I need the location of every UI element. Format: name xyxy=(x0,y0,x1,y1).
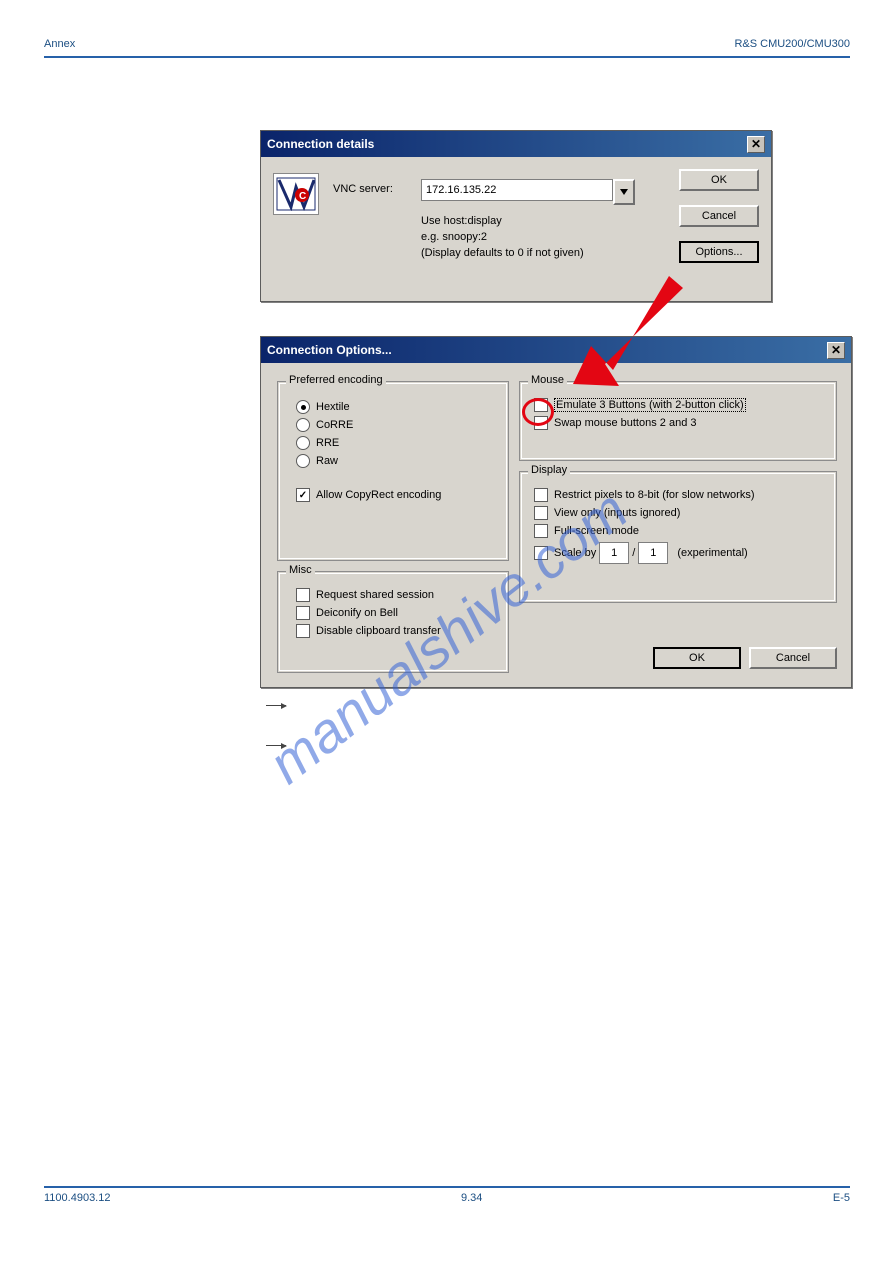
checkbox-restrict-8bit[interactable]: Restrict pixels to 8-bit (for slow netwo… xyxy=(534,488,822,502)
checkbox-swap-buttons[interactable]: Swap mouse buttons 2 and 3 xyxy=(534,416,822,430)
bottom-divider xyxy=(44,1186,850,1188)
doc-model: R&S CMU200/CMU300 xyxy=(734,38,850,50)
vnc-logo: C xyxy=(273,173,319,215)
options-button[interactable]: Options... xyxy=(679,241,759,263)
hint-line-2: e.g. snoopy:2 xyxy=(421,231,487,243)
svg-text:C: C xyxy=(299,191,306,202)
checkbox-disable-clipboard[interactable]: Disable clipboard transfer xyxy=(296,624,490,638)
instruction-step-1: Click on the "Options…" button (3) to op… xyxy=(266,700,826,712)
preferred-encoding-group: Preferred encoding Hextile CoRRE RRE Raw… xyxy=(277,381,509,561)
hint-line-3: (Display defaults to 0 if not given) xyxy=(421,247,584,259)
checkbox-deiconify[interactable]: Deiconify on Bell xyxy=(296,606,490,620)
footer-page: 9.34 xyxy=(461,1192,482,1204)
vnc-server-combo[interactable] xyxy=(421,179,635,205)
group-legend: Preferred encoding xyxy=(286,374,386,386)
group-legend: Misc xyxy=(286,564,315,576)
checkbox-fullscreen[interactable]: Full-screen mode xyxy=(534,524,822,538)
scale-den-input[interactable] xyxy=(638,542,668,564)
window-title: Connection Options... xyxy=(267,343,827,357)
display-group: Display Restrict pixels to 8-bit (for sl… xyxy=(519,471,837,603)
window-title: Connection details xyxy=(267,137,747,151)
chevron-down-icon[interactable] xyxy=(613,179,635,205)
radio-corre[interactable]: CoRRE xyxy=(296,418,490,432)
instruction-step-2: In the Mouse panel activate Emulate 3 Bu… xyxy=(266,740,826,752)
misc-group: Misc Request shared session Deiconify on… xyxy=(277,571,509,673)
titlebar: Connection details ✕ xyxy=(261,131,771,157)
red-circle-highlight xyxy=(522,398,554,426)
checkbox-scale[interactable]: Scale by / (experimental) xyxy=(534,542,822,564)
arrow-bullet-icon xyxy=(266,705,286,706)
connection-details-dialog: Connection details ✕ C VNC server: Use h… xyxy=(260,130,772,302)
top-divider xyxy=(44,56,850,58)
section-label: Annex xyxy=(44,38,75,50)
checkbox-emulate-3-buttons[interactable]: Emulate 3 Buttons (with 2-button click) xyxy=(534,398,822,412)
red-arrow-annotation xyxy=(553,274,683,394)
hint-line-1: Use host:display xyxy=(421,215,502,227)
ok-button[interactable]: OK xyxy=(679,169,759,191)
checkbox-shared-session[interactable]: Request shared session xyxy=(296,588,490,602)
checkbox-copyrect[interactable]: Allow CopyRect encoding xyxy=(296,488,490,502)
radio-rre[interactable]: RRE xyxy=(296,436,490,450)
radio-hextile[interactable]: Hextile xyxy=(296,400,490,414)
cancel-button[interactable]: Cancel xyxy=(749,647,837,669)
vnc-server-label: VNC server: xyxy=(333,183,393,195)
arrow-bullet-icon xyxy=(266,745,286,746)
footer-edition: E-5 xyxy=(833,1192,850,1204)
scale-num-input[interactable] xyxy=(599,542,629,564)
checkbox-view-only[interactable]: View only (inputs ignored) xyxy=(534,506,822,520)
vnc-server-input[interactable] xyxy=(421,179,613,201)
radio-raw[interactable]: Raw xyxy=(296,454,490,468)
close-icon[interactable]: ✕ xyxy=(747,136,765,153)
footer-docno: 1100.4903.12 xyxy=(44,1192,110,1204)
group-legend: Display xyxy=(528,464,570,476)
ok-button[interactable]: OK xyxy=(653,647,741,669)
cancel-button[interactable]: Cancel xyxy=(679,205,759,227)
close-icon[interactable]: ✕ xyxy=(827,342,845,359)
